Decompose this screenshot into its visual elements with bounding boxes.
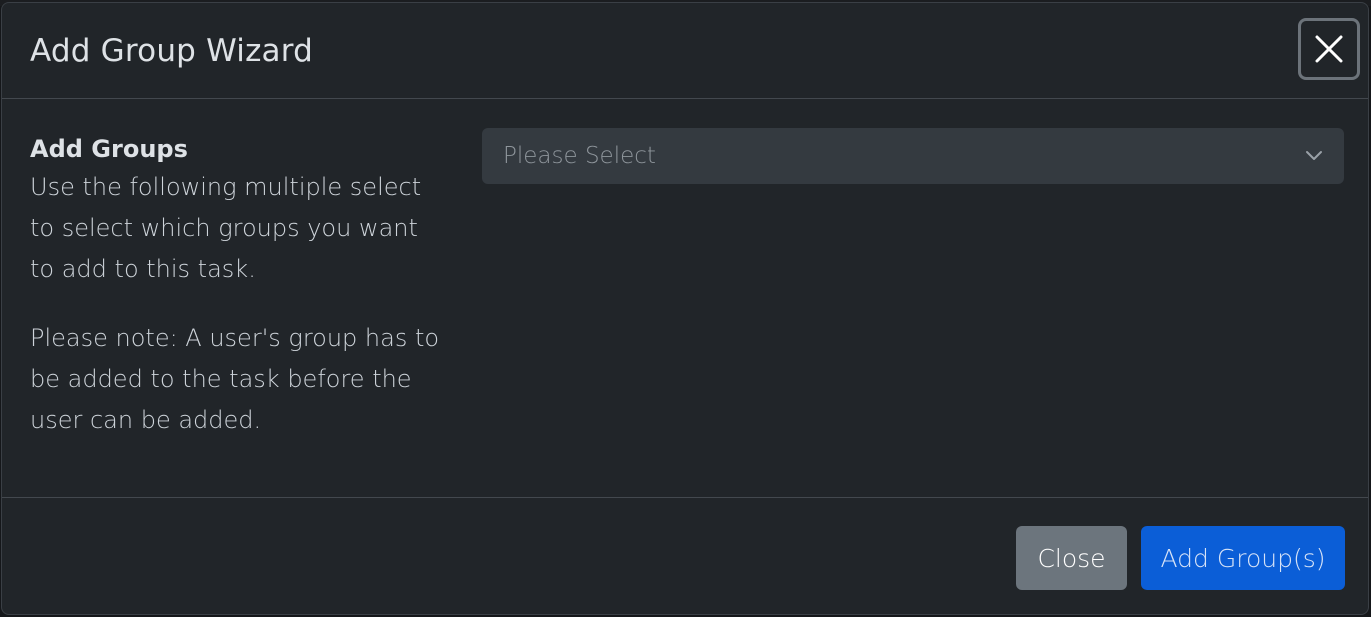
dialog-close-button[interactable] (1298, 18, 1360, 80)
dialog-title: Add Group Wizard (30, 33, 314, 69)
close-icon (1315, 35, 1343, 63)
add-groups-button[interactable]: Add Group(s) (1141, 526, 1345, 590)
select-placeholder: Please Select (503, 143, 656, 169)
chevron-down-icon (1306, 151, 1322, 160)
add-group-wizard-dialog: Add Group Wizard Add Groups Use the foll… (1, 2, 1369, 615)
section-heading: Add Groups (30, 135, 188, 163)
dialog-footer: Close Add Group(s) (2, 497, 1368, 614)
groups-multiselect[interactable]: Please Select (482, 128, 1344, 184)
dialog-header: Add Group Wizard (2, 3, 1368, 99)
dialog-body: Add Groups Use the following multiple se… (2, 99, 1368, 497)
instructions: Add Groups Use the following multiple se… (30, 131, 440, 441)
close-button[interactable]: Close (1016, 526, 1127, 590)
note-text: Please note: A user's group has to be ad… (30, 324, 440, 434)
instructions-text: Use the following multiple select to sel… (30, 173, 422, 283)
